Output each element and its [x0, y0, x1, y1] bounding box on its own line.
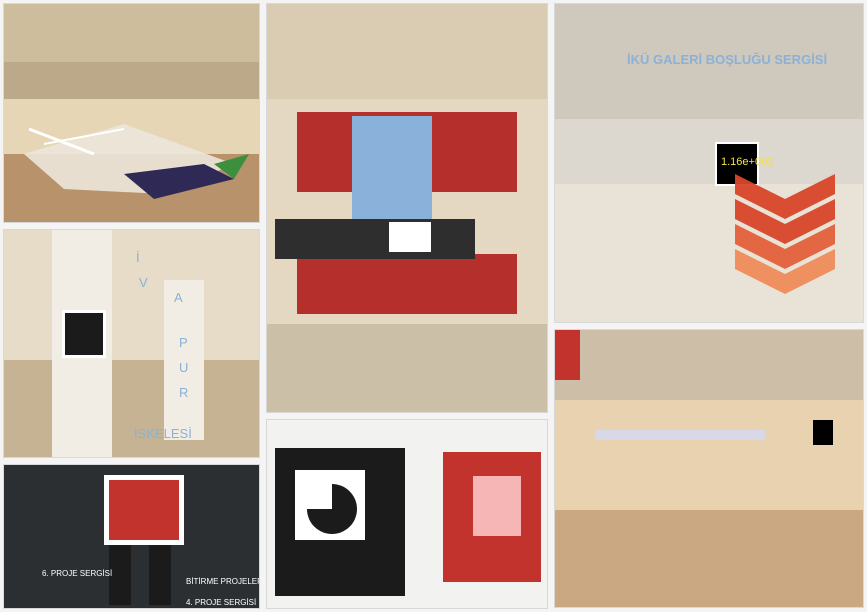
ar-marker [104, 475, 184, 545]
label-card [389, 222, 431, 252]
bridge-structure [595, 430, 765, 440]
upper-atrium-panel [554, 329, 864, 608]
exhibition-title: İKÜ GALERİ BOŞLUĞU SERGİSİ [627, 52, 828, 67]
architectural-model [275, 219, 475, 259]
sculpture-installation [24, 124, 249, 199]
gallery-exhibition-panel: İKÜ GALERİ BOŞLUĞU SERGİSİ 1.16e+003 [554, 3, 864, 323]
lower-floor [555, 510, 863, 607]
vertical-letter: A [174, 290, 183, 305]
red-marker-center [473, 476, 521, 536]
lower-red-wall [297, 254, 517, 314]
score-readout: 1.16e+003 [721, 156, 774, 168]
vertical-letter: R [179, 385, 189, 400]
column-marker-panel: İ V A P U R İSKELESİ [3, 229, 260, 458]
upper-floor [267, 4, 547, 99]
vertical-letter: İ [136, 250, 140, 265]
marker-cards-panel [266, 419, 548, 609]
overlay-label: BİTİRME PROJELERİ [186, 577, 260, 586]
elevator-panel: 6. PROJE SERGİSİ BİTİRME PROJELERİ 4. PR… [3, 464, 260, 609]
vertical-letter: P [179, 335, 188, 350]
atrium-sculpture-panel [3, 3, 260, 223]
red-banner [555, 330, 580, 380]
floor [267, 324, 547, 412]
ceiling [555, 330, 863, 400]
ar-marker [813, 420, 833, 445]
vertical-letter: V [139, 275, 148, 290]
elevator-buttons [149, 545, 171, 605]
overlay-label: 4. PROJE SERGİSİ [186, 598, 257, 607]
overlay-label: 6. PROJE SERGİSİ [42, 569, 113, 578]
atrium-poster-panel [266, 3, 548, 413]
ar-marker [62, 310, 106, 358]
floor [4, 360, 259, 457]
red-chevron-stack [735, 174, 835, 294]
pie-glyph [307, 484, 357, 534]
poster-board [352, 116, 432, 231]
upper-floor [555, 400, 863, 510]
vertical-letter: U [179, 360, 189, 375]
iskelesi-label: İSKELESİ [134, 426, 192, 441]
elevator-buttons [109, 545, 131, 605]
